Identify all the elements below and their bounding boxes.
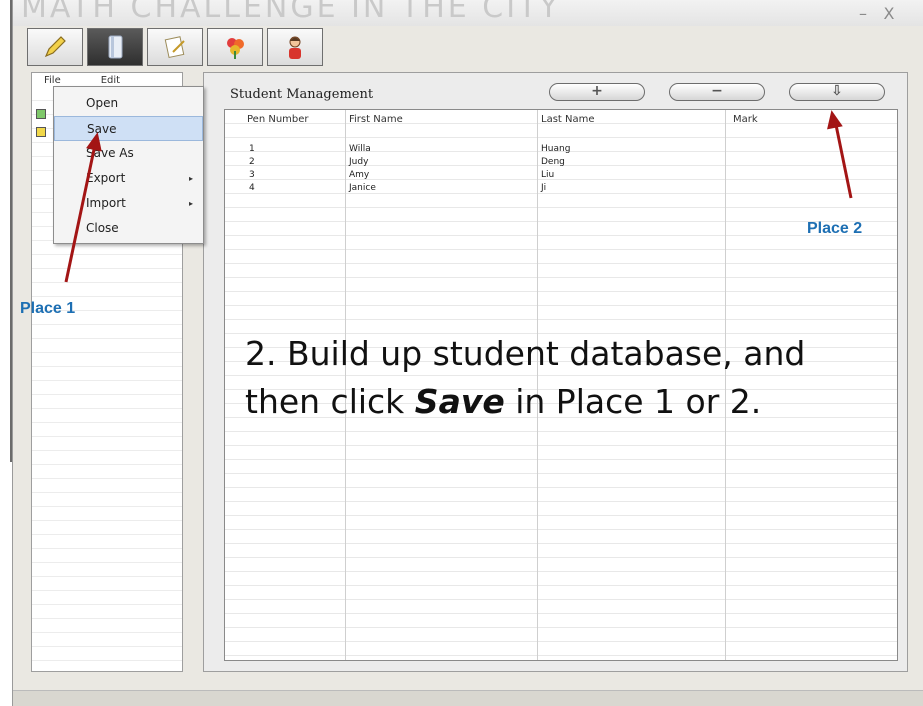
arrowhead-place-2 <box>827 110 843 130</box>
instruction-suffix: in Place 1 or 2. <box>504 382 762 421</box>
arrow-place-2 <box>833 119 853 199</box>
arrowhead-place-1 <box>86 132 102 152</box>
arrow-place-1 <box>64 139 98 283</box>
instruction-text: 2. Build up student database, and then c… <box>245 330 885 426</box>
place-2-label: Place 2 <box>807 220 863 237</box>
place-1-label: Place 1 <box>20 300 76 317</box>
instruction-emphasis: Save <box>414 382 505 421</box>
